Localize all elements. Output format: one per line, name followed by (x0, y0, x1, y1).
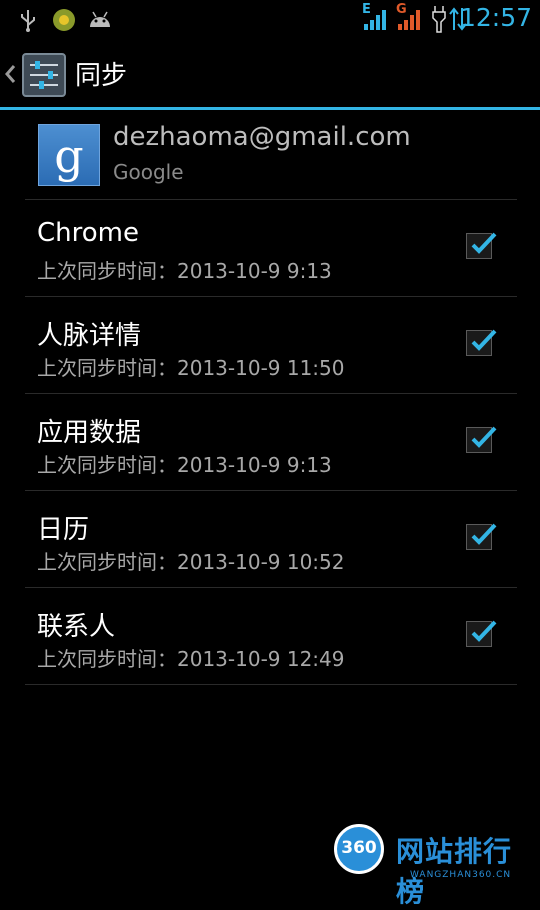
status-clock: 12:57 (459, 3, 532, 32)
checkmark-icon (471, 232, 497, 254)
watermark-circle-icon: 360 (334, 824, 384, 874)
sync-checkbox[interactable] (466, 426, 497, 453)
google-logo-icon: g (38, 124, 100, 186)
sync-item-contacts-details[interactable]: 人脉详情 上次同步时间：2013-10-9 11:50 (25, 297, 517, 394)
sync-item-title: 应用数据 (37, 418, 142, 448)
sync-item-title: 日历 (37, 515, 90, 545)
google-logo-letter: g (54, 129, 84, 183)
status-bar: E G 12:57 (0, 0, 540, 40)
sync-checkbox[interactable] (466, 620, 497, 647)
sync-checkbox[interactable] (466, 329, 497, 356)
sync-item-title: 人脉详情 (37, 321, 142, 351)
checkmark-icon (471, 426, 497, 448)
account-header: g dezhaoma@gmail.com Google (25, 112, 517, 200)
account-email: dezhaoma@gmail.com (113, 122, 411, 152)
usb-icon (21, 10, 35, 32)
sync-checkbox[interactable] (466, 232, 497, 259)
sync-item-calendar[interactable]: 日历 上次同步时间：2013-10-9 10:52 (25, 491, 517, 588)
sync-list: Chrome 上次同步时间：2013-10-9 9:13 人脉详情 上次同步时间… (25, 200, 517, 685)
action-bar: 同步 (0, 40, 540, 110)
app-notification-icon (53, 9, 75, 31)
android-icon (90, 11, 110, 27)
sync-item-contacts[interactable]: 联系人 上次同步时间：2013-10-9 12:49 (25, 588, 517, 685)
sync-checkbox[interactable] (466, 523, 497, 550)
account-type: Google (113, 160, 184, 184)
page-title: 同步 (75, 61, 128, 91)
sync-item-summary: 上次同步时间：2013-10-9 10:52 (37, 550, 345, 574)
sync-item-app-data[interactable]: 应用数据 上次同步时间：2013-10-9 9:13 (25, 394, 517, 491)
sync-item-summary: 上次同步时间：2013-10-9 9:13 (37, 259, 332, 283)
up-caret-icon[interactable] (4, 64, 16, 84)
charging-icon (432, 6, 446, 33)
watermark-sub: WANGZHAN360.CN (410, 870, 512, 880)
watermark-logo: 360 网站排行榜 WANGZHAN360.CN (332, 822, 540, 908)
action-bar-divider (0, 107, 540, 110)
sync-item-chrome[interactable]: Chrome 上次同步时间：2013-10-9 9:13 (25, 200, 517, 297)
sync-item-summary: 上次同步时间：2013-10-9 11:50 (37, 356, 345, 380)
sync-item-title: Chrome (37, 218, 139, 248)
watermark-logo-text: 360 (341, 838, 377, 858)
signal-icon (364, 10, 386, 30)
settings-sliders-icon[interactable] (22, 53, 66, 97)
sync-item-summary: 上次同步时间：2013-10-9 9:13 (37, 453, 332, 477)
sync-item-summary: 上次同步时间：2013-10-9 12:49 (37, 647, 345, 671)
checkmark-icon (471, 523, 497, 545)
sync-item-title: 联系人 (37, 612, 116, 642)
checkmark-icon (471, 620, 497, 642)
checkmark-icon (471, 329, 497, 351)
signal-icon (398, 10, 420, 30)
